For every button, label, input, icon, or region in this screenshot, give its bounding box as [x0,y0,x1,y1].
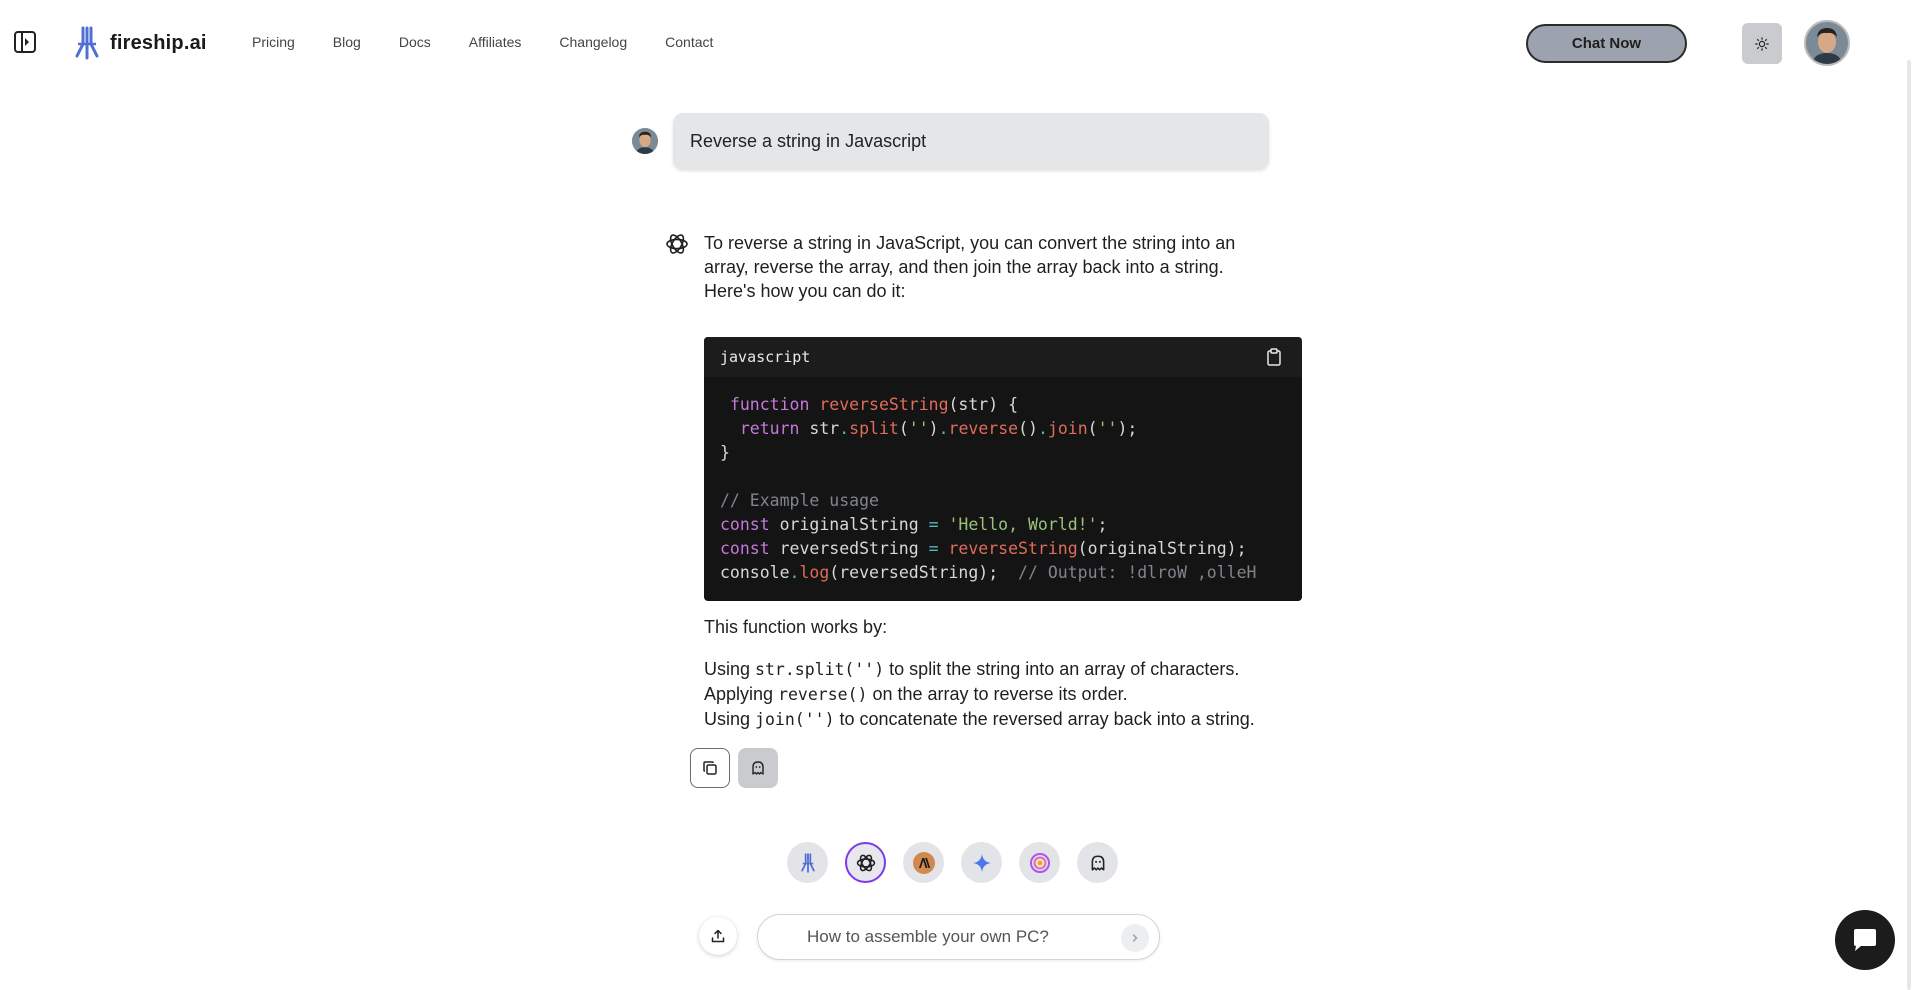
scrollbar[interactable] [1907,60,1911,990]
step-item: Applying reverse() on the array to rever… [704,684,1128,704]
ghost-icon [752,761,764,775]
code-line: function reverseString(str) { [729,395,1019,414]
code-language: javascript [720,348,811,366]
nav-pricing[interactable]: Pricing [252,34,295,50]
nav-contact[interactable]: Contact [665,34,713,50]
code-line: console.log(reversedString); // Output: … [720,563,1257,582]
works-by-text: This function works by: [704,617,888,637]
ghost-icon [1091,854,1104,871]
send-button[interactable] [1121,924,1149,952]
model-openai[interactable] [845,842,886,883]
model-gemini[interactable] [961,842,1002,883]
chat-input[interactable] [807,925,1107,949]
code-line: // Example usage [720,491,879,510]
model-switcher [787,842,1118,883]
model-ghost[interactable] [1077,842,1118,883]
nav-docs[interactable]: Docs [399,34,431,50]
fireship-logo-icon [75,26,99,60]
nav-blog[interactable]: Blog [333,34,361,50]
code-block: javascript function reverseString(str) {… [704,337,1302,601]
chat-input-container [757,914,1160,960]
anthropic-icon [912,851,935,874]
sun-icon [1755,36,1769,51]
assistant-intro: To reverse a string in JavaScript, you c… [704,233,1236,301]
theme-toggle-button[interactable] [1742,23,1782,64]
ghost-mode-button[interactable] [738,748,778,788]
header: fireship.ai Pricing Blog Docs Affiliates… [0,0,1918,86]
code-line: const reversedString = reverseString(ori… [720,539,1247,558]
openai-icon [664,231,690,257]
chat-now-button[interactable]: Chat Now [1526,24,1687,63]
copy-icon [703,761,717,775]
code-line: } [720,443,730,462]
user-message: Reverse a string in Javascript [673,113,1269,169]
llama-icon [1029,852,1050,873]
step-item: Using join('') to concatenate the revers… [704,709,1255,729]
avatar[interactable] [1804,20,1850,66]
code-line: return str.split('').reverse().join(''); [739,419,1138,438]
avatar-image [1806,22,1848,64]
chat-bubble-icon [1854,929,1876,951]
support-chat-button[interactable] [1835,910,1895,970]
upload-icon [711,929,725,943]
code-content: function reverseString(str) { return str… [704,377,1302,585]
copy-message-button[interactable] [690,748,730,788]
model-fireship[interactable] [787,842,828,883]
steps-list: Using str.split('') to split the string … [704,657,1255,732]
upload-button[interactable] [699,917,737,955]
gemini-icon [972,853,991,872]
user-avatar [632,128,658,154]
code-header: javascript [704,337,1302,377]
sidebar-toggle-icon[interactable] [14,31,36,53]
code-line: const originalString = 'Hello, World!'; [720,515,1108,534]
message-actions [690,748,778,788]
model-anthropic[interactable] [903,842,944,883]
brand-name: fireship.ai [110,31,207,54]
openai-icon [856,854,875,871]
main-nav: Pricing Blog Docs Affiliates Changelog C… [252,34,713,50]
chevron-right-icon [1132,934,1138,942]
nav-changelog[interactable]: Changelog [559,34,627,50]
fireship-logo-icon [800,852,815,873]
step-item: Using str.split('') to split the string … [704,659,1240,679]
model-llama[interactable] [1019,842,1060,883]
nav-affiliates[interactable]: Affiliates [469,34,522,50]
clipboard-icon[interactable] [1266,348,1284,366]
brand-logo[interactable]: fireship.ai [74,26,207,60]
user-avatar-image [632,128,658,154]
